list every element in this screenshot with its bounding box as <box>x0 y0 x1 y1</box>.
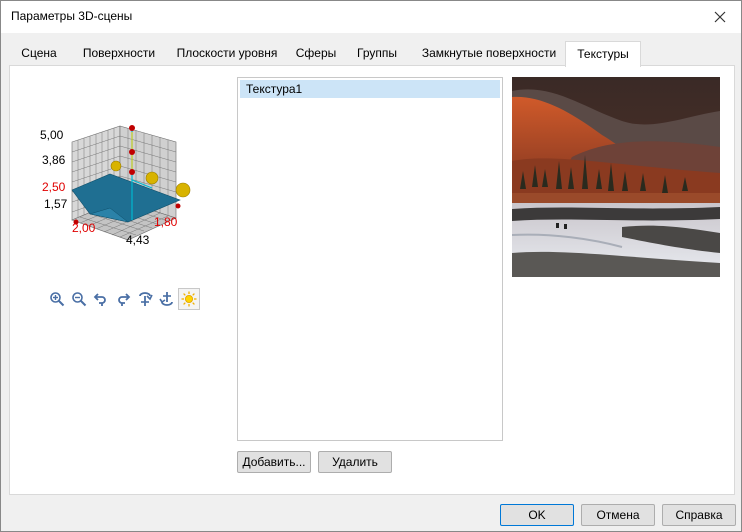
axis-label: 1,80 <box>154 215 178 229</box>
light-button[interactable] <box>178 288 200 310</box>
sphere-marker <box>175 182 191 198</box>
close-icon <box>714 11 726 23</box>
list-item[interactable]: Текстура1 <box>240 80 500 98</box>
axis-label: 3,86 <box>42 153 66 167</box>
tab-groups[interactable]: Группы <box>345 43 409 65</box>
zoom-out-icon <box>72 292 87 307</box>
scene-preview: 5,00 3,86 2,50 1,57 2,00 1,80 4,43 <box>40 122 200 262</box>
control-point <box>129 169 135 175</box>
title-bar: Параметры 3D-сцены <box>1 1 741 33</box>
cancel-button[interactable]: Отмена <box>581 504 655 526</box>
sphere-marker <box>110 160 122 172</box>
texture-list[interactable]: Текстура1 <box>237 77 503 441</box>
zoom-in-icon <box>50 292 65 307</box>
zoom-in-button[interactable] <box>46 288 68 310</box>
close-button[interactable] <box>707 5 733 29</box>
add-texture-button[interactable]: Добавить... <box>237 451 311 473</box>
textures-panel: 5,00 3,86 2,50 1,57 2,00 1,80 4,43 Текст… <box>9 65 735 495</box>
view-toolbar <box>46 288 200 310</box>
texture-preview-image <box>512 77 720 277</box>
rotate-right-icon <box>118 293 131 306</box>
axis-label: 1,57 <box>44 197 68 211</box>
rotate-up-icon <box>159 292 173 306</box>
rotate-up-button[interactable] <box>156 288 178 310</box>
dialog-window: Параметры 3D-сцены Сцена Поверхности Пло… <box>0 0 742 532</box>
window-title: Параметры 3D-сцены <box>11 9 133 23</box>
sphere-marker <box>145 171 159 185</box>
control-point <box>129 149 135 155</box>
help-button[interactable]: Справка <box>662 504 736 526</box>
control-point <box>175 203 181 209</box>
axis-label: 2,00 <box>72 221 96 235</box>
rotate-down-icon <box>139 292 153 306</box>
ok-button[interactable]: OK <box>500 504 574 526</box>
scene-3d-chart: 5,00 3,86 2,50 1,57 2,00 1,80 4,43 <box>40 125 191 247</box>
axis-label: 5,00 <box>40 128 64 142</box>
axis-label: 2,50 <box>42 180 66 194</box>
tab-scene[interactable]: Сцена <box>11 43 67 65</box>
rotate-down-button[interactable] <box>134 288 156 310</box>
control-point <box>129 125 135 131</box>
landscape-image <box>512 77 720 277</box>
rotate-left-button[interactable] <box>90 288 112 310</box>
tab-level-planes[interactable]: Плоскости уровня <box>169 43 285 65</box>
tab-spheres[interactable]: Сферы <box>291 43 341 65</box>
rotate-left-icon <box>93 293 106 306</box>
axis-label: 4,43 <box>126 233 150 247</box>
tab-strip: Сцена Поверхности Плоскости уровня Сферы… <box>9 41 733 67</box>
tab-surfaces[interactable]: Поверхности <box>73 43 165 65</box>
light-icon <box>181 291 197 307</box>
delete-texture-button[interactable]: Удалить <box>318 451 392 473</box>
tab-textures[interactable]: Текстуры <box>565 41 641 67</box>
tab-closed-surfaces[interactable]: Замкнутые поверхности <box>415 43 563 65</box>
zoom-out-button[interactable] <box>68 288 90 310</box>
rotate-right-button[interactable] <box>112 288 134 310</box>
